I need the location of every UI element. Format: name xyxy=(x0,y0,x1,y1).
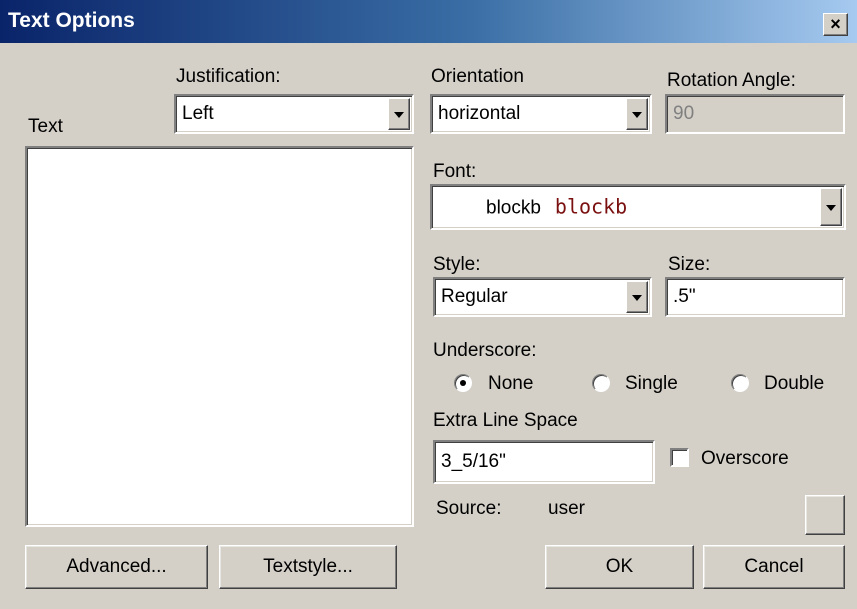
orientation-select[interactable]: horizontal xyxy=(430,94,652,134)
text-label: Text xyxy=(28,116,63,137)
size-label: Size: xyxy=(668,254,711,275)
text-options-dialog: Text Options × Justification: Left Text … xyxy=(0,0,857,609)
advanced-button-label: Advanced... xyxy=(66,556,167,577)
justification-label: Justification: xyxy=(176,66,281,87)
font-dropdown-button[interactable] xyxy=(820,188,842,226)
ok-button[interactable]: OK xyxy=(545,545,694,589)
dialog-title: Text Options xyxy=(8,9,135,32)
font-preview: blockb xyxy=(554,194,628,219)
cancel-button[interactable]: Cancel xyxy=(703,545,845,589)
color-swatch-button[interactable] xyxy=(805,495,845,535)
style-value: Regular xyxy=(441,286,508,307)
rotation-angle-label: Rotation Angle: xyxy=(667,70,796,91)
advanced-button[interactable]: Advanced... xyxy=(25,545,208,589)
ok-button-label: OK xyxy=(605,556,634,577)
style-label: Style: xyxy=(433,254,481,275)
textstyle-button-label: Textstyle... xyxy=(263,556,353,577)
orientation-dropdown-button[interactable] xyxy=(626,98,648,130)
source-value: user xyxy=(548,498,585,519)
textstyle-button[interactable]: Textstyle... xyxy=(219,545,397,589)
orientation-value: horizontal xyxy=(438,103,521,124)
orientation-label: Orientation xyxy=(431,66,524,87)
cancel-button-label: Cancel xyxy=(744,556,804,577)
close-icon: × xyxy=(830,14,841,34)
underscore-single-radio[interactable] xyxy=(592,374,610,392)
text-area[interactable] xyxy=(25,146,414,527)
style-select[interactable]: Regular xyxy=(433,277,652,317)
title-bar[interactable]: Text Options × xyxy=(0,0,857,43)
extra-line-space-input[interactable]: 3_5/16" xyxy=(433,440,655,484)
underscore-label: Underscore: xyxy=(433,340,537,361)
justification-dropdown-button[interactable] xyxy=(388,98,410,130)
font-value-group: blockb blockb xyxy=(486,195,627,220)
rotation-angle-value: 90 xyxy=(673,103,695,124)
size-value: .5" xyxy=(673,286,696,307)
font-name: blockb xyxy=(486,197,541,219)
overscore-checkbox[interactable] xyxy=(670,448,689,467)
underscore-none-label[interactable]: None xyxy=(488,373,533,395)
size-input[interactable]: .5" xyxy=(665,277,845,317)
overscore-label[interactable]: Overscore xyxy=(701,448,789,470)
underscore-none-radio[interactable] xyxy=(454,374,472,392)
rotation-angle-input: 90 xyxy=(665,94,845,134)
justification-value: Left xyxy=(182,103,214,124)
extra-line-space-value: 3_5/16" xyxy=(441,451,506,472)
style-dropdown-button[interactable] xyxy=(626,281,648,313)
underscore-double-label[interactable]: Double xyxy=(764,373,824,395)
justification-select[interactable]: Left xyxy=(174,94,414,134)
underscore-double-radio[interactable] xyxy=(731,374,749,392)
underscore-single-label[interactable]: Single xyxy=(625,373,678,395)
source-label: Source: xyxy=(436,498,502,519)
close-button[interactable]: × xyxy=(823,13,848,36)
font-label: Font: xyxy=(433,161,477,182)
font-select[interactable]: blockb blockb xyxy=(430,184,846,230)
extra-line-space-label: Extra Line Space xyxy=(433,410,578,431)
